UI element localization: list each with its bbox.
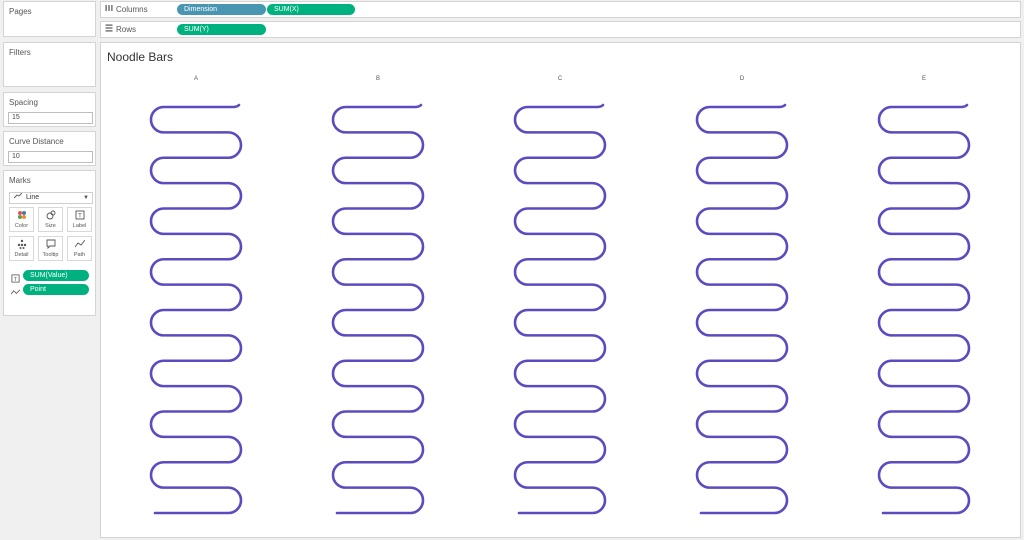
spacing-parameter-card: Spacing 15 xyxy=(3,92,96,127)
column-header-e: E xyxy=(922,76,926,82)
spacing-title: Spacing xyxy=(9,98,38,107)
noodle-chart: A B C D E xyxy=(149,76,971,515)
dimension-pill[interactable]: Dimension xyxy=(177,4,266,15)
column-header-b: B xyxy=(376,76,380,82)
line-mark-icon xyxy=(13,192,24,203)
column-header-d: D xyxy=(740,76,745,82)
sum-y-pill[interactable]: SUM(Y) xyxy=(177,24,266,35)
curve-distance-input[interactable]: 10 xyxy=(8,151,93,163)
pages-card[interactable]: Pages xyxy=(3,1,96,37)
size-icon xyxy=(39,208,62,222)
sum-x-pill[interactable]: SUM(X) xyxy=(267,4,355,15)
label-icon: T xyxy=(68,208,91,222)
curve-distance-parameter-card: Curve Distance 10 xyxy=(3,131,96,166)
column-header-a: A xyxy=(194,76,198,82)
rows-shelf-label: Rows xyxy=(105,24,136,36)
mark-type-dropdown[interactable]: Line ▼ xyxy=(9,192,93,204)
point-pill[interactable]: Point xyxy=(23,284,89,295)
noodle-bar-b[interactable] xyxy=(331,103,425,515)
column-header-c: C xyxy=(558,76,563,82)
size-button[interactable]: Size xyxy=(38,207,63,232)
tooltip-button[interactable]: Tooltip xyxy=(38,236,63,261)
mark-type-label: Line xyxy=(25,194,40,201)
filters-card[interactable]: Filters xyxy=(3,42,96,87)
size-label: Size xyxy=(45,223,56,229)
color-label: Color xyxy=(14,223,29,229)
marks-title: Marks xyxy=(9,176,31,185)
path-button[interactable]: Path xyxy=(67,236,92,261)
noodle-bar-d[interactable] xyxy=(695,103,789,515)
tooltip-icon xyxy=(39,237,62,251)
rows-label-text: Rows xyxy=(116,25,137,34)
viz-area[interactable]: Noodle Bars ABCDE xyxy=(100,42,1021,538)
noodle-bar-c[interactable] xyxy=(513,103,607,515)
svg-text:T: T xyxy=(78,214,82,220)
columns-shelf-label: Columns xyxy=(105,4,148,16)
label-label: Label xyxy=(72,223,87,229)
color-dots-icon xyxy=(10,208,33,222)
columns-shelf[interactable]: Columns Dimension SUM(X) xyxy=(100,1,1021,18)
marks-card: Marks Line ▼ Color Size T Label Detail T… xyxy=(3,170,96,316)
columns-icon xyxy=(105,4,116,16)
filters-title: Filters xyxy=(9,48,31,57)
path-label: Path xyxy=(73,252,86,258)
sum-value-pill[interactable]: SUM(Value) xyxy=(23,270,89,281)
pages-title: Pages xyxy=(9,7,32,16)
tooltip-label: Tooltip xyxy=(42,252,59,258)
chevron-down-icon: ▼ xyxy=(83,195,89,201)
noodle-bar-a[interactable] xyxy=(149,103,243,515)
rows-shelf[interactable]: Rows SUM(Y) xyxy=(100,21,1021,38)
path-field-icon xyxy=(10,284,21,302)
color-button[interactable]: Color xyxy=(9,207,34,232)
columns-label-text: Columns xyxy=(116,5,148,14)
spacing-input[interactable]: 15 xyxy=(8,112,93,124)
curve-distance-title: Curve Distance xyxy=(9,137,64,146)
detail-icon xyxy=(10,237,33,251)
detail-button[interactable]: Detail xyxy=(9,236,34,261)
path-icon xyxy=(68,237,91,251)
noodle-bar-e[interactable] xyxy=(877,103,971,515)
label-button[interactable]: T Label xyxy=(67,207,92,232)
detail-label: Detail xyxy=(14,252,29,258)
rows-icon xyxy=(105,24,116,36)
